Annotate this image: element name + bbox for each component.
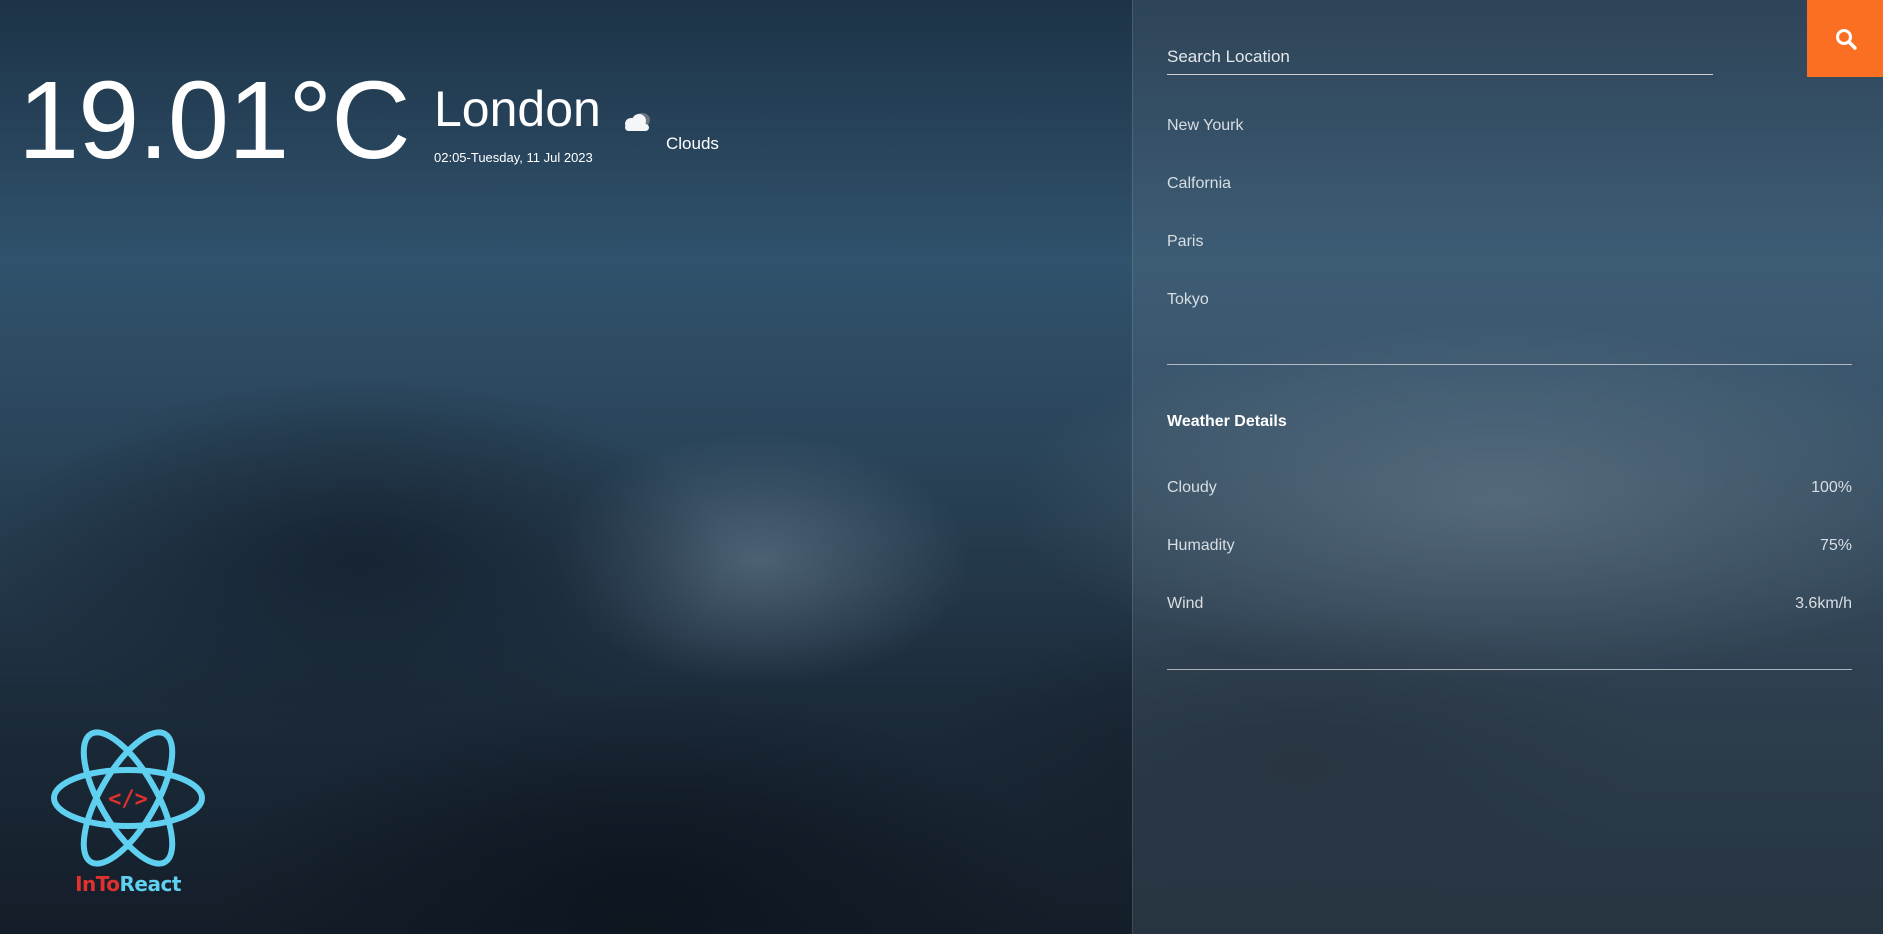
logo-wordmark: InToReact: [46, 872, 210, 896]
detail-label: Wind: [1167, 595, 1204, 612]
logo-text-into: InTo: [75, 872, 120, 896]
location-block: London 02:05-Tuesday, 11 Jul 2023: [434, 84, 601, 165]
logo-text-react: React: [119, 872, 182, 896]
detail-label: Cloudy: [1167, 479, 1217, 496]
divider: [1167, 669, 1852, 670]
side-panel: New Yourk Calfornia Paris Tokyo Weather …: [1132, 0, 1883, 934]
divider: [1167, 364, 1852, 365]
atom-logo-icon: </>: [51, 729, 205, 867]
detail-value: 75%: [1819, 537, 1852, 554]
weather-details-title: Weather Details: [1167, 413, 1287, 430]
location-item-california[interactable]: Calfornia: [1167, 174, 1244, 232]
detail-row-cloudy: Cloudy 100%: [1167, 479, 1852, 497]
detail-row-humidity: Humadity 75%: [1167, 537, 1852, 555]
detail-row-wind: Wind 3.6km/h: [1167, 595, 1852, 613]
detail-value: 100%: [1811, 479, 1852, 496]
date-time: 02:05-Tuesday, 11 Jul 2023: [434, 150, 593, 165]
search-input[interactable]: [1167, 40, 1713, 75]
condition-label: Clouds: [666, 134, 719, 153]
temperature-display: 19.01°C: [18, 59, 411, 182]
detail-label: Humadity: [1167, 537, 1235, 554]
city-name: London: [434, 81, 601, 137]
location-list: New Yourk Calfornia Paris Tokyo: [1167, 116, 1244, 348]
location-item-new-york[interactable]: New Yourk: [1167, 116, 1244, 174]
detail-value: 3.6km/h: [1795, 595, 1852, 612]
location-item-tokyo[interactable]: Tokyo: [1167, 290, 1244, 348]
search-icon: [1835, 28, 1857, 50]
intoreact-logo: </> InToReact: [46, 724, 210, 899]
condition-block: Clouds: [620, 110, 719, 154]
location-item-paris[interactable]: Paris: [1167, 232, 1244, 290]
weather-app: 19.01°C London 02:05-Tuesday, 11 Jul 202…: [0, 0, 1883, 934]
search-button[interactable]: [1807, 0, 1883, 77]
cloud-icon: [625, 113, 650, 131]
svg-text:</>: </>: [108, 787, 148, 812]
